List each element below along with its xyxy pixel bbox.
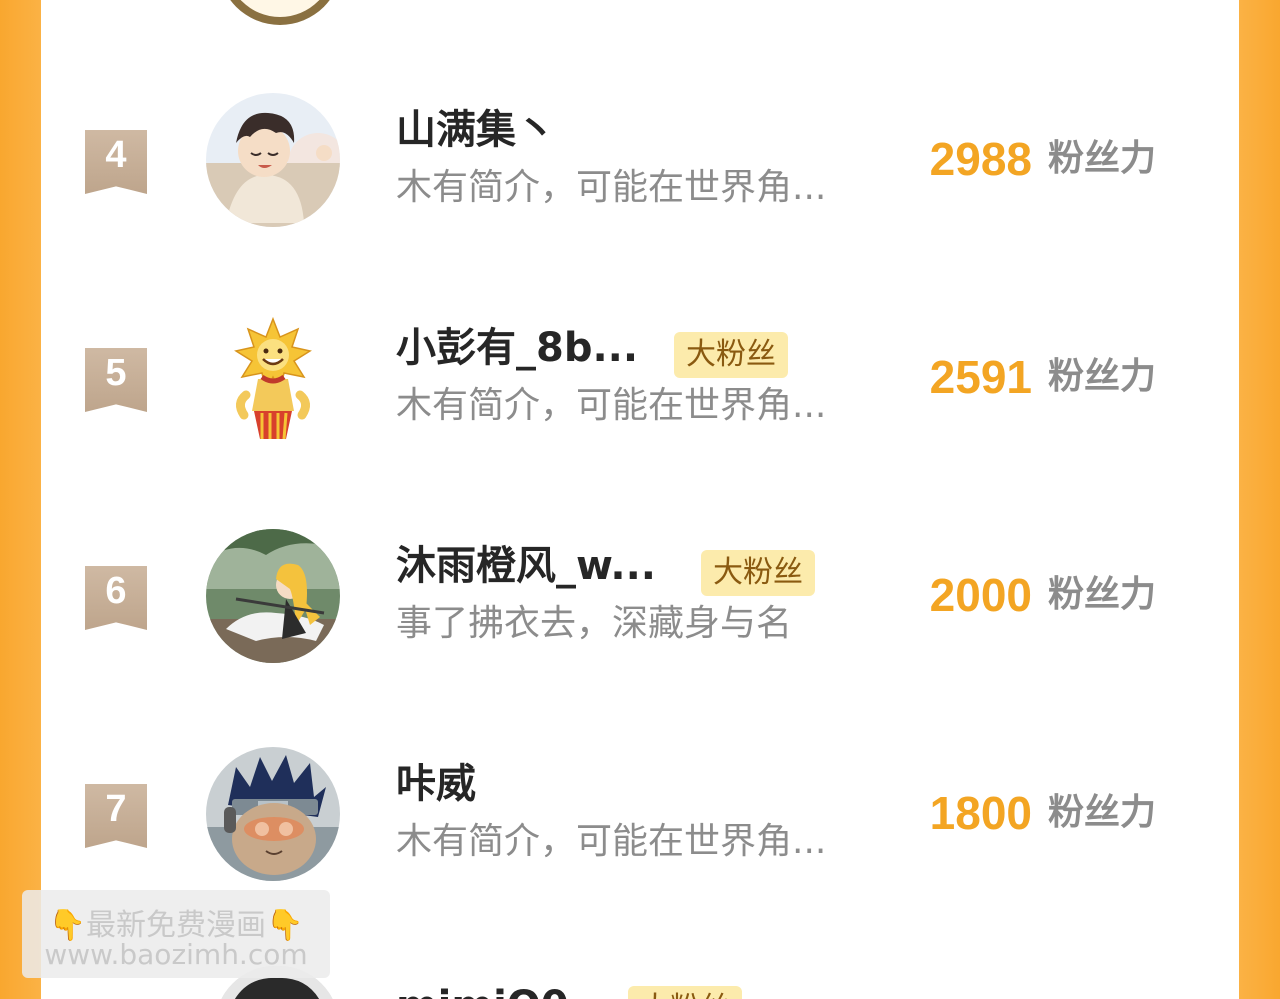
avatar[interactable] [206, 93, 340, 227]
big-fan-badge: 大粉丝 [674, 332, 788, 378]
fan-power-label: 粉丝力 [1048, 792, 1157, 833]
rank-badge: 6 [85, 566, 147, 630]
rank-badge: 7 [85, 784, 147, 848]
fan-power-label: 粉丝力 [1048, 356, 1157, 397]
avatar[interactable] [206, 747, 340, 881]
user-name[interactable]: mimiQ0 [396, 982, 569, 999]
list-item[interactable]: 6 沐雨橙风_w... 大粉丝 事了拂衣去，深藏身与名 2000 粉丝力 [0, 510, 1280, 690]
avatar[interactable] [206, 311, 340, 445]
user-name[interactable]: 小彭有_8b... [396, 324, 638, 372]
user-bio: 木有简介，可能在世界角... [396, 821, 827, 862]
rank-badge: 5 [85, 348, 147, 412]
user-name[interactable]: 山满集丶 [396, 106, 556, 154]
fan-power-label: 粉丝力 [1048, 574, 1157, 615]
big-fan-badge: 大粉丝 [701, 550, 815, 596]
watermark-url: www.baozimh.com [44, 938, 308, 971]
list-item[interactable]: 5 小彭有_8b... 大粉丝 木有简介，可能在世界角... 2591 粉丝力 [0, 292, 1280, 472]
fan-power-score: 2000 [929, 569, 1032, 621]
list-item[interactable]: 7 咔威 木有简介，可能在世界角... 1800 粉丝力 [0, 728, 1280, 908]
big-fan-badge: 大粉丝 [628, 986, 742, 999]
rank-badge: 4 [85, 130, 147, 194]
fan-power-score: 1800 [929, 787, 1032, 839]
user-bio: 事了拂衣去，深藏身与名 [396, 603, 793, 644]
fan-power-label: 粉丝力 [1048, 138, 1157, 179]
fan-power-score: 2591 [929, 351, 1032, 403]
user-name[interactable]: 沐雨橙风_w... [396, 542, 656, 590]
fan-power-score: 2988 [929, 133, 1032, 185]
user-bio: 木有简介，可能在世界角... [396, 385, 827, 426]
avatar[interactable] [206, 529, 340, 663]
user-name[interactable]: 咔威 [396, 760, 476, 808]
user-bio: 木有简介，可能在世界角... [396, 167, 827, 208]
list-item[interactable]: 4 山满集丶 木有简介，可能在世界角... 2988 粉丝力 [0, 74, 1280, 254]
site-watermark: 👇最新免费漫画👇 www.baozimh.com [22, 890, 330, 978]
